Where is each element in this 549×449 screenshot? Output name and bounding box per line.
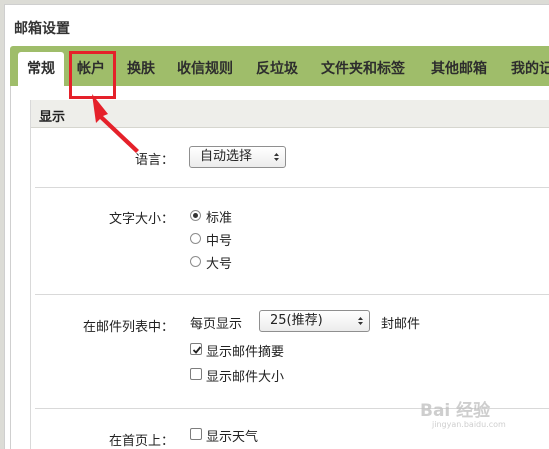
font-size-medium-radio[interactable] <box>190 233 201 244</box>
check-icon <box>192 346 202 354</box>
per-page-select[interactable]: 25(推荐) <box>259 310 370 332</box>
tab-my-notes[interactable]: 我的记 <box>511 52 549 86</box>
font-size-standard-text: 标准 <box>206 211 233 226</box>
language-label: 语言： <box>134 153 174 168</box>
tab-other-mailboxes[interactable]: 其他邮箱 <box>431 52 487 86</box>
show-summary-checkbox[interactable] <box>190 343 202 355</box>
show-weather-checkbox[interactable] <box>190 428 202 440</box>
show-size-text: 显示邮件大小 <box>206 370 285 385</box>
panel-frame <box>30 100 549 449</box>
show-size-checkbox[interactable] <box>190 368 202 380</box>
language-select[interactable]: 自动选择 <box>189 146 286 168</box>
select-caret-icon <box>358 317 363 325</box>
section-title: 显示 <box>39 110 66 125</box>
tab-bar: 常规 帐户 换肤 收信规则 反垃圾 文件夹和标签 其他邮箱 我的记 <box>10 46 549 86</box>
divider <box>35 408 549 409</box>
language-select-value: 自动选择 <box>200 149 253 164</box>
font-size-large-text: 大号 <box>206 257 233 272</box>
divider <box>35 294 549 295</box>
font-size-standard-radio[interactable] <box>190 210 201 221</box>
per-page-prefix: 每页显示 <box>190 317 243 332</box>
tab-anti-spam[interactable]: 反垃圾 <box>256 52 298 86</box>
per-page-suffix: 封邮件 <box>381 317 421 332</box>
tab-receive-rules[interactable]: 收信规则 <box>177 52 233 86</box>
tab-skin[interactable]: 换肤 <box>127 52 155 86</box>
show-summary-text: 显示邮件摘要 <box>206 345 285 360</box>
tab-account[interactable]: 帐户 <box>77 52 105 86</box>
per-page-select-value: 25(推荐) <box>270 313 323 328</box>
select-caret-icon <box>274 153 279 161</box>
divider <box>35 187 549 188</box>
window-title: 邮箱设置 <box>14 21 70 37</box>
show-weather-text: 显示天气 <box>206 430 259 445</box>
font-size-large-radio[interactable] <box>190 256 201 267</box>
section-header: 显示 <box>31 100 549 128</box>
font-size-medium-text: 中号 <box>206 234 233 249</box>
tab-folders-labels[interactable]: 文件夹和标签 <box>321 52 405 86</box>
mail-list-label: 在邮件列表中： <box>82 320 174 335</box>
font-size-label: 文字大小： <box>108 212 174 227</box>
homepage-label: 在首页上： <box>108 434 174 449</box>
tab-general[interactable]: 常规 <box>18 52 64 86</box>
